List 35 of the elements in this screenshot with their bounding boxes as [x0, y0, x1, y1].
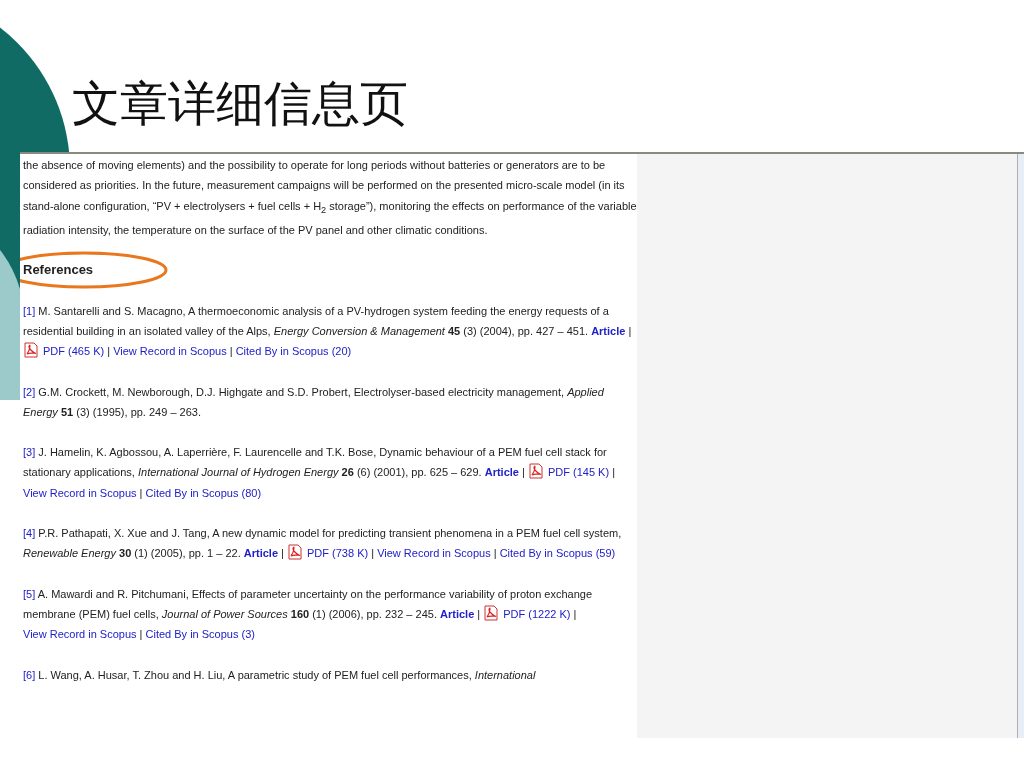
reference-entry: [4] P.R. Pathapati, X. Xue and J. Tang, A new dynamic model for predicting transient phenomena in a PEM fuel cell system, Renewable Energy 30 (1) (2005), pp. 1 – 22. Article | PDF (738 K) | View Record in Scopus | Cited By in Scopus (59) [23, 526, 623, 563]
scopus-link[interactable]: View Record in Scopus [377, 547, 491, 560]
reference-entry: [1] M. Santarelli and S. Macagno, A thermoeconomic analysis of a PV-hydrogen system feeding the energy requests of a residential building in an isolated valley of the Alps, Energy Conversion & Management 45 (3) (2004), pp. 427 – 451. Article | PDF (465 K) | View Record in Scopus | Cited By in Scopus (20) [23, 303, 633, 361]
slide-title: 文章详细信息页 [72, 80, 408, 128]
pdf-link[interactable]: PDF (145 K) [547, 466, 610, 479]
pdf-link[interactable]: PDF (465 K) [43, 345, 105, 358]
scopus-link[interactable]: Cited By in Scopus (59) [499, 547, 616, 560]
pdf-link[interactable]: PDF (1222 K) [503, 607, 571, 620]
scopus-link[interactable]: View Record in Scopus [23, 628, 137, 641]
pdf-icon [483, 604, 500, 621]
scopus-link[interactable]: Cited By in Scopus (20) [235, 345, 352, 358]
scopus-link[interactable]: Cited By in Scopus (3) [145, 628, 255, 641]
pdf-icon [527, 463, 544, 480]
references-heading: References [23, 261, 94, 280]
pdf-link[interactable]: PDF (738 K) [307, 547, 369, 560]
reference-number-link[interactable]: [6] [23, 668, 36, 681]
article-link[interactable]: Article [440, 607, 475, 620]
reference-number-link[interactable]: [5] [23, 587, 36, 600]
scopus-link[interactable]: View Record in Scopus [23, 486, 137, 499]
scopus-link[interactable]: View Record in Scopus [113, 345, 227, 358]
reference-entry: [2] G.M. Crockett, M. Newborough, D.J. Highgate and S.D. Probert, Electrolyser-based electricity management, Applied Energy 51 (3) (1995), pp. 249 – 263. [23, 384, 605, 420]
reference-entry: [3] J. Hamelin, K. Agbossou, A. Laperrière, F. Laurencelle and T.K. Bose, Dynamic behaviour of a PEM fuel cell stack for stationary applications, International Journal of Hydrogen Energy 26 (6) (2001), pp. 625 – 629. Article | PDF (145 K) | View Record in Scopus | Cited By in Scopus (80) [23, 445, 616, 501]
reference-entry: [6] L. Wang, A. Husar, T. Zhou and H. Liu, A parametric study of PEM fuel cell performances, International [23, 667, 537, 683]
reference-entry: [5] A. Mawardi and R. Pitchumani, Effects of parameter uncertainty on the performance variability of proton exchange membrane (PEM) fuel cells, Journal of Power Sources 160 (1) (2006), pp. 232 – 245. Article | PDF (1222 K) | View Record in Scopus | Cited By in Scopus (3) [23, 586, 594, 643]
reference-number-link[interactable]: [3] [23, 446, 36, 459]
reference-number-link[interactable]: [1] [23, 304, 36, 317]
pdf-icon [287, 544, 303, 561]
reference-number-link[interactable]: [4] [23, 527, 36, 540]
article-link[interactable]: Article [484, 466, 519, 479]
scopus-link[interactable]: Cited By in Scopus (80) [145, 486, 262, 499]
reference-number-link[interactable]: [2] [23, 385, 36, 398]
article-link[interactable]: Article [591, 324, 626, 337]
article-link[interactable]: Article [243, 547, 279, 560]
pdf-icon [23, 342, 39, 359]
article-paragraph: the absence of moving elements) and the possibility to operate for long periods without batteries or generators are to be considered as priorities. In the future, measurement campaigns will be performed on the presented micro-scale model (in its stand-alone configuration, “PV + electrolysers + fuel cells + H$_{2}$ storage”), monitoring the effects on performance of the variable radiation intensity, the temperature on the surface of the PV panel and other climatic conditions. [23, 158, 637, 239]
